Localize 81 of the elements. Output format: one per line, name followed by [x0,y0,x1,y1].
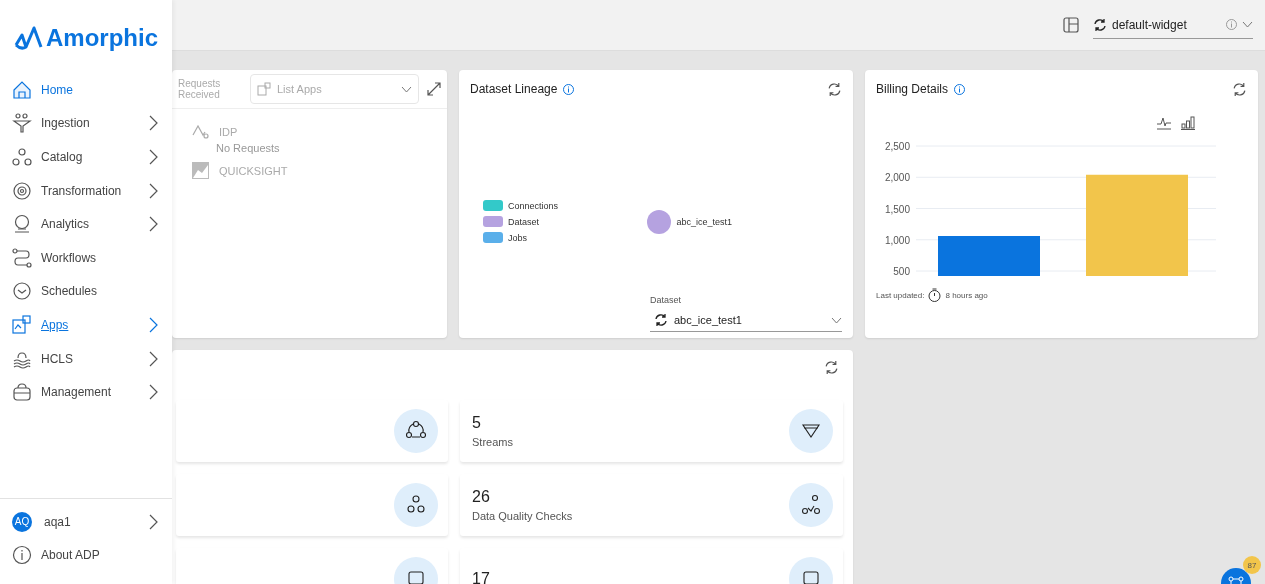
refresh-icon[interactable] [1232,81,1247,97]
info-icon [954,83,966,95]
clock-icon [12,281,32,302]
node-label: abc_ice_test1 [676,216,732,227]
sidebar-item[interactable]: Analytics [0,207,172,241]
requests-caption: Requests Received [178,78,222,100]
stat-label: Streams [472,436,514,448]
chevron-right-icon [149,350,158,367]
empty-message: No Requests [215,142,281,154]
expand-icon[interactable] [427,82,441,96]
chevron-right-icon [149,182,158,199]
axis-tick-label: 500 [893,266,910,277]
chevron-right-icon [149,316,158,333]
sidebar-item[interactable]: Home [0,73,172,107]
last-updated-time: 8 hours ago [945,290,988,300]
stat-number: 17 [472,570,491,584]
sidebar-item[interactable]: Transformation [0,173,172,208]
check-icon [789,483,833,527]
notification-badge: 87 [1243,556,1261,574]
chevron-right-icon [149,115,158,132]
axis-tick-label: 2,000 [884,172,910,184]
flow-icon [12,247,32,268]
user-menu-item[interactable]: AQ aqa1 [0,504,172,539]
card-title: Dataset Lineage [470,82,558,96]
legend-label: Jobs [508,232,527,243]
stat-number: 5 [472,414,482,432]
info-icon [1226,19,1237,30]
about-item[interactable]: About ADP [0,538,172,572]
graph-icon [192,123,209,140]
info-icon [563,83,575,95]
stat-tile[interactable]: 5 Streams [460,400,843,462]
sidebar-item[interactable]: Management [0,375,172,409]
refresh-icon[interactable] [824,360,839,375]
refresh-icon[interactable] [827,81,842,97]
stat-tile[interactable] [176,474,448,536]
last-updated-label: Last updated: [876,290,925,300]
chevron-right-icon [149,513,158,530]
widget-select[interactable]: default-widget [1093,11,1253,39]
dataset-select[interactable]: abc_ice_test1 [650,309,842,332]
chevron-down-icon [1242,21,1253,28]
sidebar-item[interactable]: HCLS [0,341,172,376]
sidebar-item[interactable]: Catalog [0,140,172,174]
sidebar-item[interactable]: Schedules [0,274,172,309]
stat-tile[interactable] [176,400,448,462]
axis-tick-label: 1,500 [884,203,910,215]
stat-label: Data Quality Checks [472,510,574,522]
nodes-icon [12,147,32,167]
info-icon [12,545,32,566]
chevron-down-icon [401,85,412,93]
chevron-right-icon [149,216,158,233]
user-avatar: AQ [12,511,32,532]
dataset-node[interactable] [647,209,672,234]
chevron-right-icon [149,149,158,165]
funnel-icon [12,113,32,134]
chevron-down-icon [831,316,842,324]
card-title: Billing Details [876,82,949,96]
refresh-icon [1093,17,1107,32]
field-label: Dataset [650,295,683,305]
chart-icon [192,162,209,179]
chevron-right-icon [149,384,158,401]
layout-icon[interactable] [1063,17,1079,33]
legend-label: Dataset [508,216,540,227]
sidebar-item[interactable]: Ingestion [0,106,172,141]
apps-icon [257,82,271,96]
apps-icon [12,314,32,335]
refresh-icon [654,313,668,327]
bar-chart-icon[interactable] [1181,116,1195,130]
sidebar-item[interactable]: Apps [0,308,172,342]
logo-icon [14,25,44,51]
stopwatch-icon [928,288,942,302]
brand-name: Amorphic [46,24,158,52]
axis-tick-label: 2,500 [884,141,910,152]
stat-number: 26 [472,488,491,506]
line-chart-icon[interactable] [1157,116,1171,130]
stat-tile[interactable]: 17 [460,548,843,584]
legend-label: Connections [508,200,559,211]
home-icon [12,79,32,100]
stat-tile[interactable]: 26 Data Quality Checks [460,474,843,536]
sidebar-item[interactable]: Workflows [0,240,172,275]
bag-icon [12,382,32,403]
axis-tick-label: 1,000 [884,234,910,246]
